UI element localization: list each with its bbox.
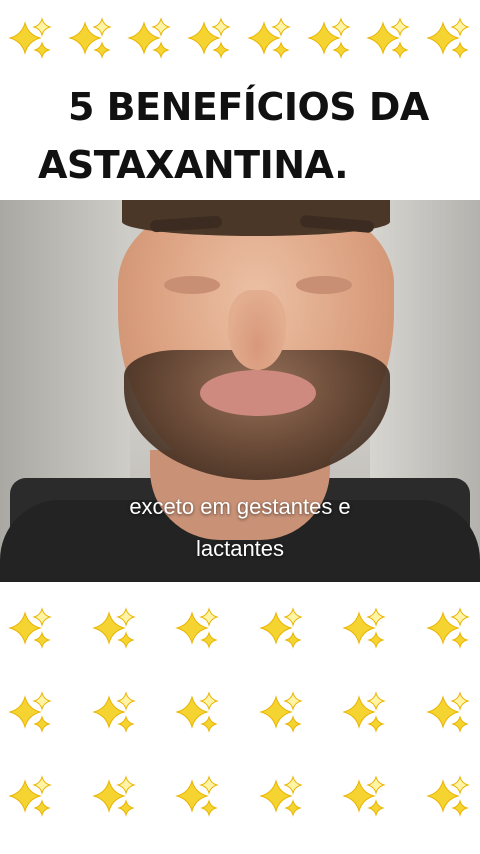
video-caption: exceto em gestantes e lactantes <box>0 486 480 570</box>
sparkles-icon <box>175 606 221 652</box>
sparkles-icon <box>306 16 353 62</box>
sparkle-row-top <box>0 16 480 62</box>
sparkles-icon <box>426 690 472 736</box>
sparkles-icon <box>366 16 412 62</box>
sparkles-icon <box>426 606 472 652</box>
sparkles-icon <box>67 16 114 62</box>
sparkle-panel <box>0 582 480 854</box>
caption-line-2: lactantes <box>195 536 285 561</box>
sparkles-icon <box>342 606 388 652</box>
sparkles-icon <box>426 16 472 62</box>
sparkles-icon <box>426 774 472 820</box>
sparkles-icon <box>91 606 138 652</box>
sparkles-icon <box>8 606 54 652</box>
sparkles-icon <box>258 774 305 820</box>
sparkles-icon <box>127 16 173 62</box>
sparkles-icon <box>187 16 233 62</box>
sparkle-row-2 <box>0 690 480 736</box>
sparkles-icon <box>246 16 293 62</box>
eye-right <box>296 276 352 294</box>
sparkles-icon <box>8 690 54 736</box>
sparkles-icon <box>8 774 54 820</box>
page-title: 5 BENEFÍCIOS DA ASTAXANTINA. <box>0 78 480 194</box>
lips <box>200 370 316 416</box>
eye-left <box>164 276 220 294</box>
sparkles-icon <box>342 690 388 736</box>
sparkles-icon <box>258 690 305 736</box>
sparkle-row-3 <box>0 774 480 820</box>
title-line-1: 5 BENEFÍCIOS DA <box>68 85 429 129</box>
sparkles-icon <box>91 690 138 736</box>
sparkles-icon <box>91 774 138 820</box>
caption-line-1: exceto em gestantes e <box>129 494 351 519</box>
video-frame[interactable]: exceto em gestantes e lactantes <box>0 200 480 582</box>
sparkles-icon <box>258 606 305 652</box>
sparkle-row-1 <box>0 606 480 652</box>
nose <box>228 290 286 370</box>
sparkles-icon <box>175 690 221 736</box>
title-line-2: ASTAXANTINA. <box>38 143 349 187</box>
sparkles-icon <box>175 774 221 820</box>
sparkles-icon <box>8 16 54 62</box>
title-card: 5 BENEFÍCIOS DA ASTAXANTINA. <box>0 4 480 200</box>
sparkles-icon <box>342 774 388 820</box>
